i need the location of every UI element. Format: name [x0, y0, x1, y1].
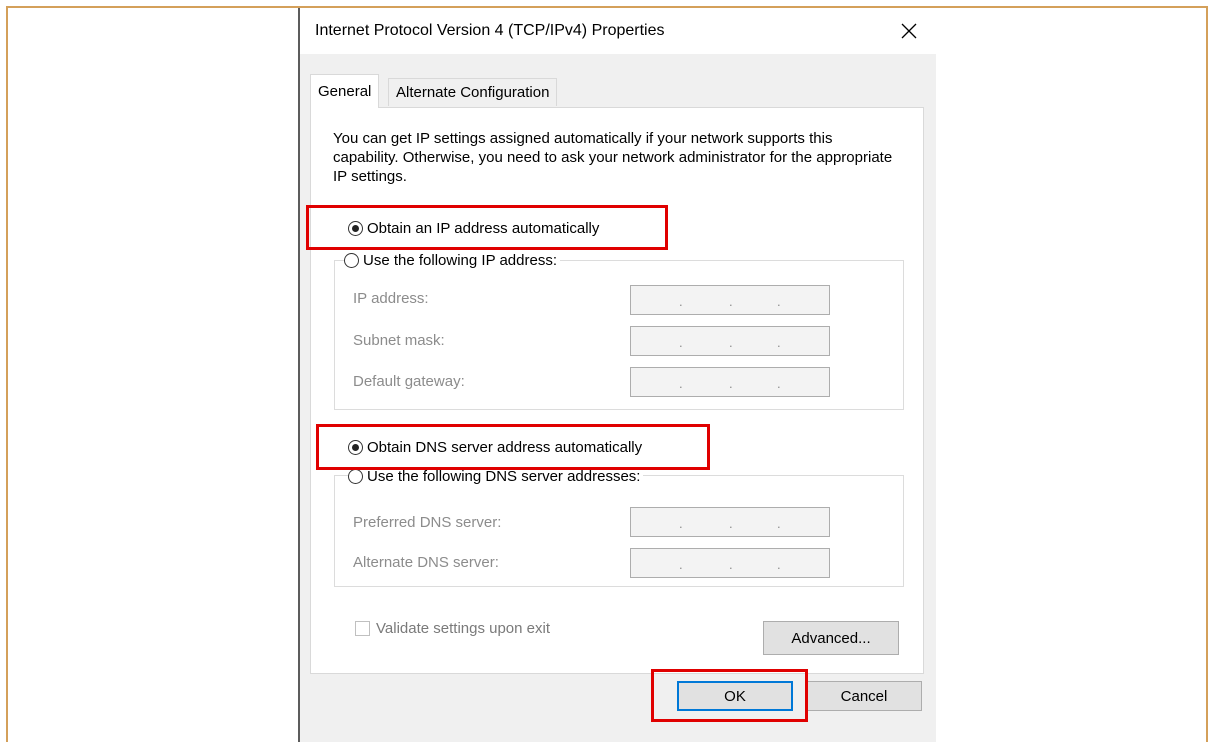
- alternate-dns-label: Alternate DNS server:: [353, 554, 499, 571]
- subnet-mask-input[interactable]: ...: [630, 326, 830, 356]
- use-following-dns-label: Use the following DNS server addresses:: [367, 468, 641, 485]
- ip-address-label: IP address:: [353, 290, 429, 307]
- preferred-dns-input[interactable]: ...: [630, 507, 830, 537]
- default-gateway-input[interactable]: ...: [630, 367, 830, 397]
- obtain-dns-auto-label: Obtain DNS server address automatically: [367, 439, 643, 456]
- ok-button[interactable]: OK: [677, 681, 793, 711]
- cancel-button[interactable]: Cancel: [806, 681, 922, 711]
- radio-indicator: [348, 469, 363, 484]
- dialog-title: Internet Protocol Version 4 (TCP/IPv4) P…: [315, 22, 665, 39]
- validate-settings-label: Validate settings upon exit: [376, 620, 551, 637]
- close-button[interactable]: [892, 16, 926, 46]
- title-bar: Internet Protocol Version 4 (TCP/IPv4) P…: [300, 8, 936, 54]
- preferred-dns-label: Preferred DNS server:: [353, 514, 502, 531]
- use-following-ip-radio[interactable]: Use the following IP address:: [344, 252, 560, 269]
- ok-button-label: OK: [724, 687, 746, 705]
- intro-text: You can get IP settings assigned automat…: [333, 130, 893, 185]
- close-icon: [901, 23, 917, 39]
- use-following-dns-radio[interactable]: Use the following DNS server addresses:: [348, 468, 644, 485]
- radio-indicator: [344, 253, 359, 268]
- checkbox-box: [355, 621, 370, 636]
- tab-general-label: General: [318, 83, 372, 100]
- validate-settings-checkbox[interactable]: Validate settings upon exit: [355, 620, 550, 637]
- cancel-button-label: Cancel: [840, 687, 888, 705]
- general-tab-panel: You can get IP settings assigned automat…: [310, 107, 924, 674]
- obtain-dns-auto-radio[interactable]: Obtain DNS server address automatically: [348, 439, 646, 456]
- tab-alternate-configuration-label: Alternate Configuration: [396, 84, 550, 101]
- ipv4-properties-dialog: Internet Protocol Version 4 (TCP/IPv4) P…: [298, 8, 936, 742]
- default-gateway-label: Default gateway:: [353, 373, 465, 390]
- advanced-button[interactable]: Advanced...: [763, 621, 899, 655]
- use-following-ip-label: Use the following IP address:: [363, 252, 557, 269]
- ip-address-input[interactable]: ...: [630, 285, 830, 315]
- obtain-ip-auto-label: Obtain an IP address automatically: [367, 220, 600, 237]
- tab-general[interactable]: General: [310, 74, 380, 108]
- advanced-button-label: Advanced...: [791, 629, 871, 647]
- radio-indicator: [348, 440, 363, 455]
- obtain-ip-auto-radio[interactable]: Obtain an IP address automatically: [348, 220, 603, 237]
- alternate-dns-input[interactable]: ...: [630, 548, 830, 578]
- subnet-mask-label: Subnet mask:: [353, 332, 445, 349]
- radio-indicator: [348, 221, 363, 236]
- tab-alternate-configuration[interactable]: Alternate Configuration: [388, 78, 558, 106]
